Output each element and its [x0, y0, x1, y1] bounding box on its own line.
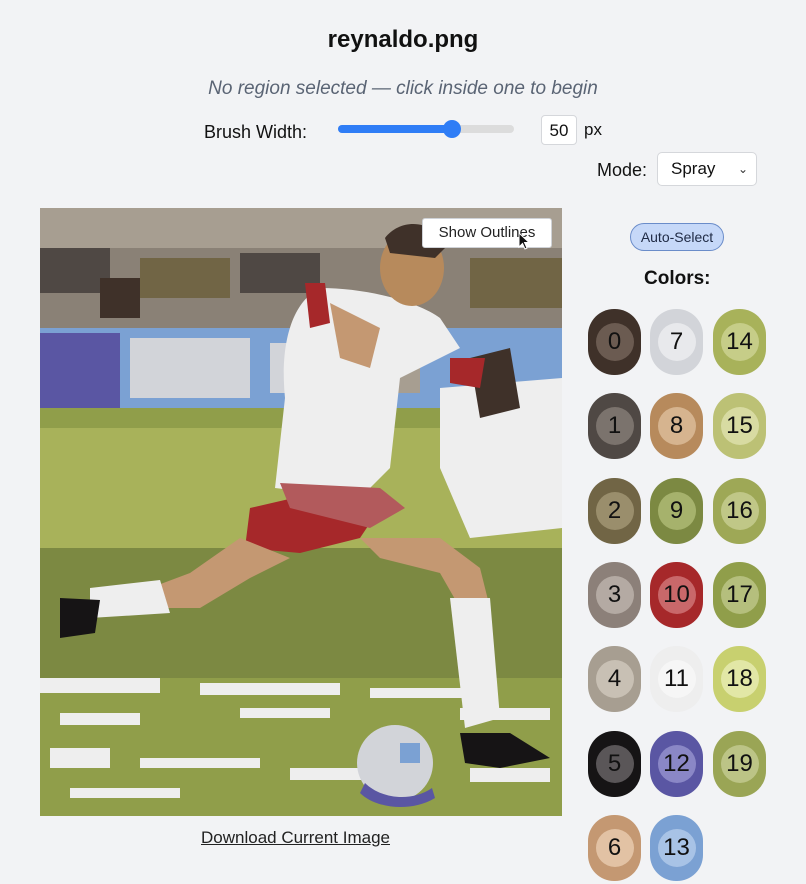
color-swatch-label: 7 [657, 323, 696, 361]
show-outlines-button[interactable]: Show Outlines [422, 218, 552, 248]
auto-select-button[interactable]: Auto-Select [630, 223, 724, 251]
color-swatch-18[interactable]: 18 [713, 646, 766, 713]
color-swatch-2[interactable]: 2 [588, 477, 641, 544]
brush-width-label: Brush Width: [204, 121, 308, 142]
color-swatch-label: 4 [595, 660, 634, 699]
color-swatch-label: 18 [720, 660, 759, 699]
brush-width-control: Brush Width: 50 px [204, 115, 602, 146]
chevron-down-icon: ⌄ [737, 162, 748, 176]
color-swatch-1[interactable]: 1 [588, 393, 641, 460]
slider-fill [338, 125, 453, 133]
color-swatch-label: 5 [595, 744, 634, 783]
color-swatch-7[interactable]: 7 [650, 309, 703, 375]
color-swatch-label: 10 [657, 575, 696, 614]
color-swatch-label: 8 [657, 407, 696, 446]
color-swatch-13[interactable]: 13 [650, 814, 703, 881]
color-swatch-15[interactable]: 15 [713, 393, 766, 460]
mode-label: Mode: [597, 160, 648, 180]
color-swatch-12[interactable]: 12 [650, 730, 703, 797]
color-swatch-11[interactable]: 11 [650, 646, 703, 713]
color-swatch-0[interactable]: 0 [588, 309, 641, 375]
brush-width-input[interactable]: 50 [541, 115, 577, 145]
color-swatch-label: 3 [595, 575, 634, 614]
mode-select-value: Spray [671, 159, 716, 178]
brush-width-slider[interactable] [338, 120, 514, 138]
posterized-image [40, 208, 562, 816]
color-swatch-3[interactable]: 3 [588, 561, 641, 628]
color-swatch-4[interactable]: 4 [588, 646, 641, 713]
colors-label: Colors: [644, 268, 711, 289]
slider-thumb[interactable] [443, 120, 462, 138]
color-swatch-10[interactable]: 10 [650, 561, 703, 628]
mode-select[interactable]: Spray ⌄ [657, 152, 757, 186]
color-swatch-14[interactable]: 14 [713, 309, 766, 375]
color-swatch-label: 17 [720, 575, 759, 614]
color-swatch-label: 12 [657, 744, 696, 783]
color-swatch-label: 16 [720, 491, 759, 530]
color-swatch-label: 14 [720, 323, 759, 361]
color-swatch-6[interactable]: 6 [588, 814, 641, 881]
color-swatch-label: 9 [657, 491, 696, 530]
color-swatch-label: 2 [595, 491, 634, 530]
download-image-link[interactable]: Download Current Image [201, 828, 390, 848]
color-swatch-label: 11 [657, 660, 696, 699]
image-canvas[interactable] [40, 208, 562, 816]
color-swatch-5[interactable]: 5 [588, 730, 641, 797]
color-swatch-19[interactable]: 19 [713, 730, 766, 797]
status-message: No region selected — click inside one to… [208, 78, 598, 99]
color-swatch-9[interactable]: 9 [650, 477, 703, 544]
color-swatch-label: 15 [720, 407, 759, 446]
brush-width-unit: px [584, 120, 602, 139]
mouse-cursor-icon [518, 232, 530, 250]
color-swatch-label: 6 [595, 828, 634, 867]
color-swatch-label: 0 [595, 323, 634, 361]
page-title: reynaldo.png [327, 26, 479, 53]
color-swatch-label: 19 [720, 744, 759, 783]
color-swatch-16[interactable]: 16 [713, 477, 766, 544]
color-swatch-label: 13 [657, 828, 696, 867]
color-swatch-8[interactable]: 8 [650, 393, 703, 460]
color-swatch-label: 1 [595, 407, 634, 446]
color-swatch-17[interactable]: 17 [713, 561, 766, 628]
